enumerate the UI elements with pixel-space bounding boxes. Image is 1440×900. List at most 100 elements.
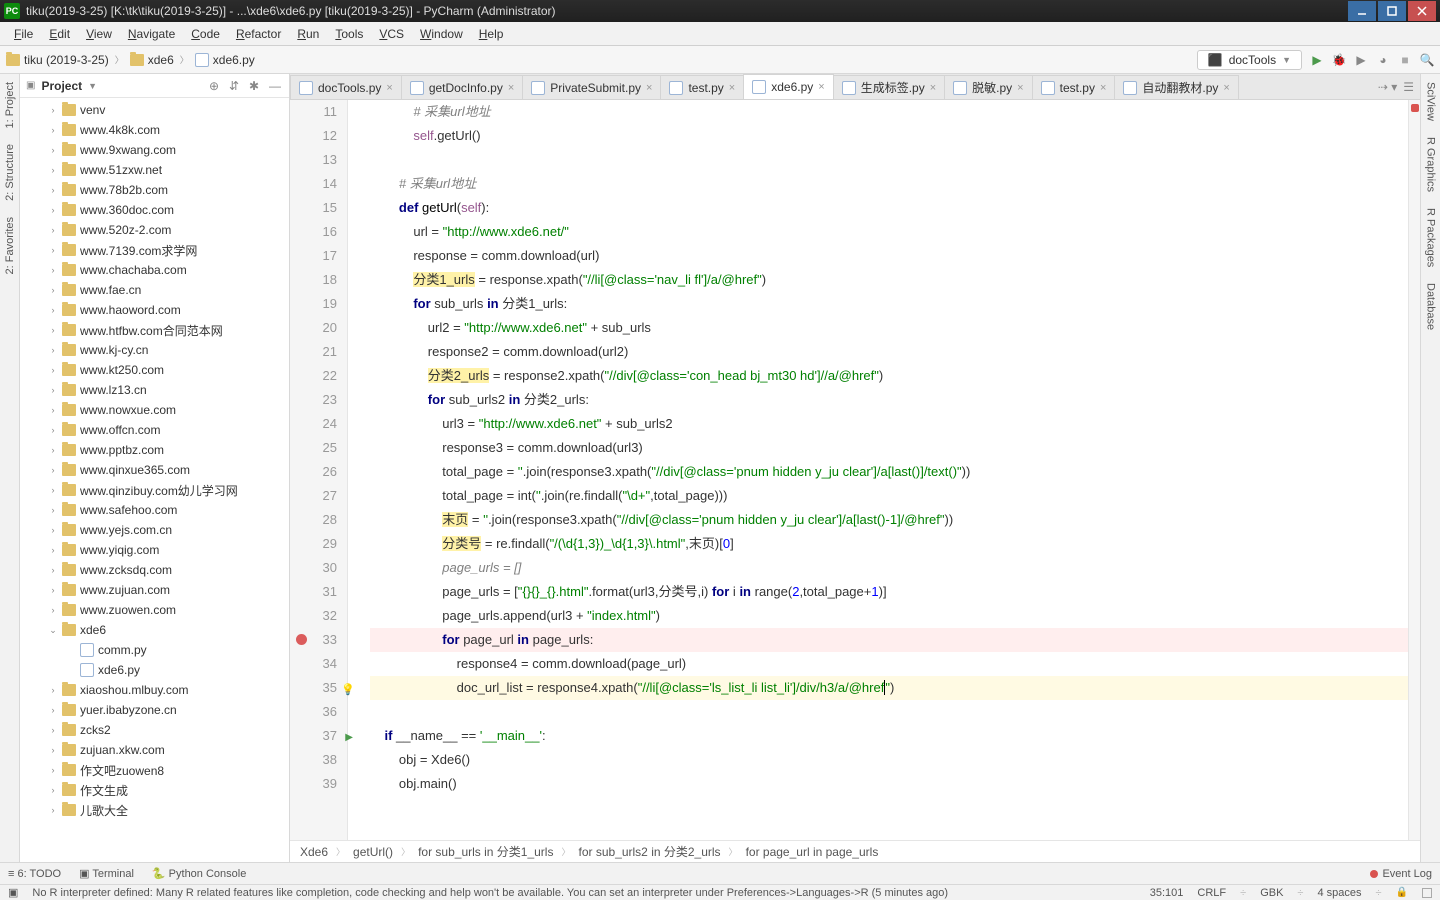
tree-item[interactable]: ›www.zuowen.com [20,600,289,620]
tree-item[interactable]: ›www.zcksdq.com [20,560,289,580]
code-line[interactable]: 末页 = ''.join(response3.xpath("//div[@cla… [370,508,1408,532]
chevron-icon[interactable]: › [48,705,58,715]
tree-item[interactable]: comm.py [20,640,289,660]
chevron-icon[interactable]: › [48,205,58,215]
chevron-icon[interactable]: › [48,245,58,255]
line-number[interactable]: 11 [290,100,337,124]
code-line[interactable]: self.getUrl() [370,124,1408,148]
editor-tab[interactable]: getDocInfo.py× [401,75,523,99]
close-tab-icon[interactable]: × [508,82,514,94]
tool-tab[interactable]: R Packages [1423,200,1439,275]
code-line[interactable]: doc_url_list = response4.xpath("//li[@cl… [370,676,1408,700]
bottom-tool-button[interactable]: ▣ Terminal [79,867,134,880]
line-number[interactable]: 20 [290,316,337,340]
tree-item[interactable]: ›yuer.ibabyzone.cn [20,700,289,720]
close-tab-icon[interactable]: × [930,82,936,94]
tree-item[interactable]: ›www.qinzibuy.com幼儿学习网 [20,480,289,500]
line-number[interactable]: 25 [290,436,337,460]
line-number[interactable]: 16 [290,220,337,244]
tab-overflow[interactable]: ⇢ ▾☰ [1372,75,1420,99]
breadcrumb-item[interactable]: xde6 [130,53,174,67]
code-line[interactable]: page_urls = ["{}{}_{}.html".format(url3,… [370,580,1408,604]
chevron-icon[interactable]: › [48,185,58,195]
line-number[interactable]: 18 [290,268,337,292]
tree-item[interactable]: ⌄xde6 [20,620,289,640]
scroll-from-source-icon[interactable]: ⊕ [209,79,223,93]
editor-tab[interactable]: PrivateSubmit.py× [522,75,661,99]
line-number[interactable]: 23 [290,388,337,412]
line-number[interactable]: 21 [290,340,337,364]
tool-tab[interactable]: 2: Structure [2,136,18,209]
tree-item[interactable]: ›www.fae.cn [20,280,289,300]
chevron-icon[interactable]: › [48,685,58,695]
line-number[interactable]: 12 [290,124,337,148]
code-line[interactable]: response4 = comm.download(page_url) [370,652,1408,676]
code-editor[interactable]: # 采集url地址 self.getUrl() # 采集url地址 def ge… [362,100,1408,840]
line-number[interactable]: 30 [290,556,337,580]
breadcrumb[interactable]: tiku (2019-3-25)〉xde6〉xde6.py [6,53,255,67]
chevron-icon[interactable]: › [48,165,58,175]
editor-tab[interactable]: test.py× [660,75,744,99]
chevron-icon[interactable]: › [48,505,58,515]
code-line[interactable]: url2 = "http://www.xde6.net" + sub_urls [370,316,1408,340]
hide-icon[interactable]: — [269,79,283,93]
run-with-coverage-button[interactable]: ▶ [1354,53,1368,67]
tree-item[interactable]: ›作文生成 [20,780,289,800]
chevron-icon[interactable]: › [48,805,58,815]
editor-gutter[interactable]: 1112131415161718192021222324252627282930… [290,100,348,840]
tool-tab[interactable]: R Graphics [1423,129,1439,200]
code-line[interactable]: # 采集url地址 [370,172,1408,196]
chevron-icon[interactable]: › [48,585,58,595]
tree-item[interactable]: ›www.chachaba.com [20,260,289,280]
chevron-icon[interactable]: › [48,745,58,755]
code-line[interactable]: obj.main() [370,772,1408,796]
search-everywhere-button[interactable]: 🔍 [1420,53,1434,67]
tool-tab[interactable]: Database [1423,275,1439,338]
code-line[interactable]: for sub_urls2 in 分类2_urls: [370,388,1408,412]
chevron-icon[interactable]: ⌄ [48,625,58,636]
tree-item[interactable]: ›www.nowxue.com [20,400,289,420]
tree-item[interactable]: ›www.kj-cy.cn [20,340,289,360]
close-tab-icon[interactable]: × [1100,82,1106,94]
code-line[interactable]: response3 = comm.download(url3) [370,436,1408,460]
code-line[interactable]: # 采集url地址 [370,100,1408,124]
tree-item[interactable]: ›zcks2 [20,720,289,740]
chevron-icon[interactable]: › [48,485,58,495]
line-number[interactable]: 32 [290,604,337,628]
memory-indicator-icon[interactable] [1422,888,1432,898]
code-line[interactable]: total_page = int(''.join(re.findall("\d+… [370,484,1408,508]
code-line[interactable] [370,148,1408,172]
line-number[interactable]: 14 [290,172,337,196]
tree-item[interactable]: ›www.pptbz.com [20,440,289,460]
collapse-all-icon[interactable]: ⇵ [229,79,243,93]
menu-file[interactable]: File [6,22,41,46]
error-stripe[interactable] [1408,100,1420,840]
line-number[interactable]: 35 [290,676,337,700]
code-line[interactable]: obj = Xde6() [370,748,1408,772]
readonly-lock-icon[interactable]: 🔒 [1396,887,1408,898]
settings-icon[interactable]: ✱ [249,79,263,93]
tree-item[interactable]: ›www.78b2b.com [20,180,289,200]
status-icon[interactable]: ▣ [8,886,18,899]
editor-tab[interactable]: 自动翻教材.py× [1114,75,1238,99]
editor-tab[interactable]: 脱敏.py× [944,75,1032,99]
chevron-icon[interactable]: › [48,445,58,455]
tree-item[interactable]: ›www.safehoo.com [20,500,289,520]
line-number[interactable]: 34 [290,652,337,676]
code-line[interactable] [370,700,1408,724]
line-number[interactable]: 26 [290,460,337,484]
tree-item[interactable]: ›www.7139.com求学网 [20,240,289,260]
menu-refactor[interactable]: Refactor [228,22,289,46]
code-breadcrumb[interactable]: Xde6〉getUrl()〉for sub_urls in 分类1_urls〉f… [290,840,1420,862]
line-number[interactable]: 33 [290,628,337,652]
chevron-icon[interactable]: › [48,125,58,135]
breadcrumb-item[interactable]: tiku (2019-3-25) [6,53,109,67]
stop-button[interactable]: ■ [1398,53,1412,67]
line-number[interactable]: 39 [290,772,337,796]
project-tree[interactable]: ›venv›www.4k8k.com›www.9xwang.com›www.51… [20,98,289,862]
code-line[interactable]: page_urls.append(url3 + "index.html") [370,604,1408,628]
chevron-icon[interactable]: › [48,425,58,435]
error-marker-icon[interactable] [1411,104,1419,112]
tree-item[interactable]: ›zujuan.xkw.com [20,740,289,760]
close-tab-icon[interactable]: × [1017,82,1023,94]
